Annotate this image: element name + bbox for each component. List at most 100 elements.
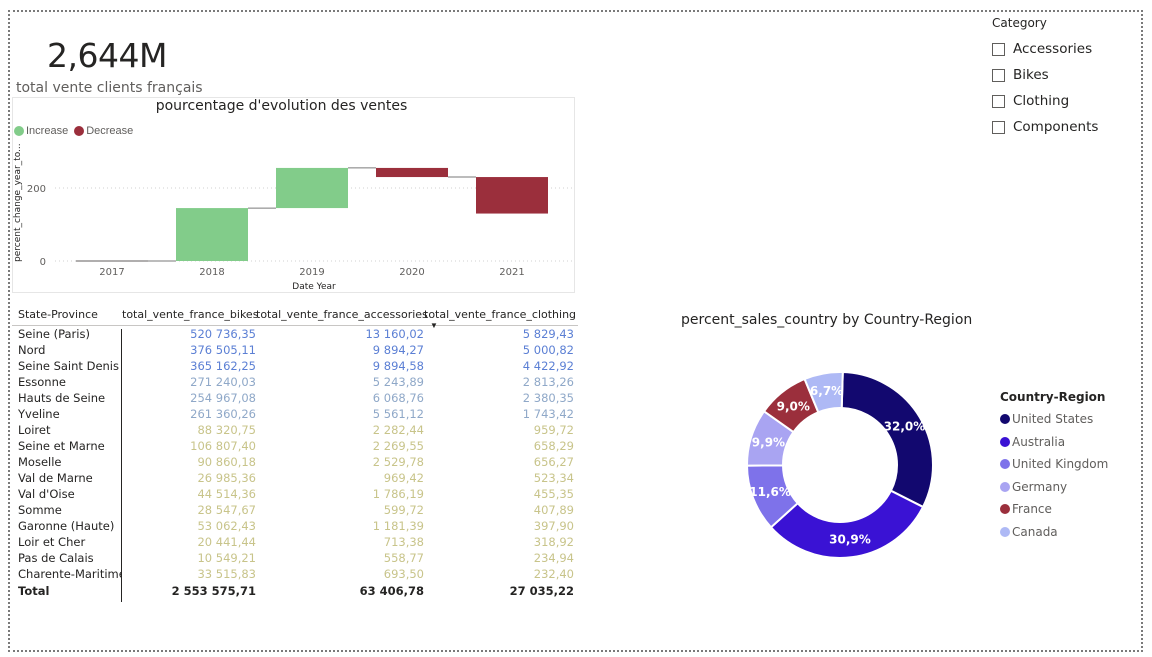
category-slicer: Category Accessories Bikes Clothing Compone… [992, 16, 1098, 140]
cell-value: 5 829,43 [522, 327, 574, 341]
cell-total-value: 2 553 575,71 [171, 584, 256, 598]
table-row[interactable]: Loiret 88 320,75 2 282,44 959,72 [12, 422, 578, 438]
table-row[interactable]: Garonne (Haute) 53 062,43 1 181,39 397,90 [12, 518, 578, 534]
table-row[interactable]: Seine (Paris) 520 736,35 13 160,02 5 829,43 [12, 326, 578, 342]
table-row[interactable]: Val d'Oise 44 514,36 1 786,19 455,35 [12, 486, 578, 502]
table-column-divider [121, 329, 122, 602]
table-row[interactable]: Moselle 90 860,18 2 529,78 656,27 [12, 454, 578, 470]
donut-chart[interactable]: 32,0% 30,9% 11,6% 9,9% 9,0%6,7% [740, 365, 940, 565]
cell-value: 523,34 [533, 471, 574, 485]
donut-data-label: 11,6% [749, 485, 791, 499]
cell-value: 365 162,25 [190, 359, 256, 373]
legend-item-country[interactable]: Canada [1000, 521, 1108, 544]
header-clothing[interactable]: total_vente_france_clothing [424, 308, 576, 321]
x-axis-title: Date Year [292, 282, 336, 292]
waterfall-bar [276, 167, 348, 209]
header-accessories[interactable]: total_vente_france_accessories [256, 308, 428, 321]
waterfall-plot: 0 200 percent_change_year_to... 2017 2018 201… [13, 143, 575, 292]
cell-state: Loir et Cher [18, 535, 86, 549]
legend-item-country[interactable]: Germany [1000, 476, 1108, 499]
cell-total-value: 63 406,78 [359, 584, 424, 598]
cell-value: 2 813,26 [522, 375, 574, 389]
sort-descending-icon[interactable]: ▼ [430, 321, 438, 330]
slicer-option-label: Bikes [1013, 67, 1049, 83]
x-tick-label: 2021 [499, 267, 524, 278]
cell-value: 397,90 [533, 519, 574, 533]
legend-item-country[interactable]: United Kingdom [1000, 453, 1108, 476]
cell-state: Somme [18, 503, 62, 517]
table-row[interactable]: Yveline 261 360,26 5 561,12 1 743,42 [12, 406, 578, 422]
cell-value: 2 269,55 [372, 439, 424, 453]
cell-value: 658,29 [533, 439, 574, 453]
slicer-option-accessories[interactable]: Accessories [992, 36, 1098, 62]
slicer-option-components[interactable]: Components [992, 114, 1098, 140]
cell-value: 407,89 [533, 503, 574, 517]
cell-total-value: 27 035,22 [509, 584, 574, 598]
checkbox[interactable] [992, 68, 1005, 82]
slicer-option-clothing[interactable]: Clothing [992, 88, 1098, 114]
cell-state: Seine et Marne [18, 439, 105, 453]
waterfall-bar [476, 177, 548, 214]
checkbox[interactable] [992, 94, 1005, 108]
table-row[interactable]: Hauts de Seine 254 967,08 6 068,76 2 380,35 [12, 390, 578, 406]
cell-value: 2 380,35 [522, 391, 574, 405]
cell-value: 20 441,44 [197, 535, 256, 549]
donut-slice[interactable] [840, 371, 934, 509]
slicer-option-bikes[interactable]: Bikes [992, 62, 1098, 88]
cell-total-label: Total [18, 584, 50, 598]
table-row[interactable]: Loir et Cher 20 441,44 713,38 318,92 [12, 534, 578, 550]
table-row[interactable]: Essonne 271 240,03 5 243,89 2 813,26 [12, 374, 578, 390]
cell-value: 1 743,42 [522, 407, 574, 421]
legend-item-country[interactable]: Australia [1000, 431, 1108, 454]
cell-value: 455,35 [533, 487, 574, 501]
table-header-row: State-Province total_vente_france_bikes … [12, 303, 578, 326]
cell-state: Loiret [18, 423, 51, 437]
cell-value: 28 547,67 [197, 503, 256, 517]
country-swatch [1000, 414, 1010, 425]
legend-label-country: United States [1012, 412, 1094, 427]
cell-value: 959,72 [533, 423, 574, 437]
donut-data-label: 32,0% [884, 420, 926, 434]
legend-label-country: Germany [1012, 479, 1068, 494]
cell-value: 9 894,27 [372, 343, 424, 357]
checkbox[interactable] [992, 120, 1005, 134]
cell-value: 693,50 [383, 567, 424, 581]
table-row[interactable]: Pas de Calais 10 549,21 558,77 234,94 [12, 550, 578, 566]
cell-state: Charente-Maritime [18, 567, 122, 581]
cell-value: 1 181,39 [372, 519, 424, 533]
header-bikes[interactable]: total_vente_france_bikes [122, 308, 258, 321]
table-row[interactable]: Nord 376 505,11 9 894,27 5 000,82 [12, 342, 578, 358]
cell-value: 88 320,75 [197, 423, 256, 437]
x-tick-label: 2020 [399, 267, 424, 278]
x-tick-label: 2017 [99, 267, 124, 278]
country-legend: Country-Region United States Australia Uni… [1000, 390, 1108, 543]
legend-item-country[interactable]: France [1000, 498, 1108, 521]
cell-value: 2 282,44 [372, 423, 424, 437]
cell-value: 106 807,40 [190, 439, 256, 453]
table-row[interactable]: Val de Marne 26 985,36 969,42 523,34 [12, 470, 578, 486]
slicer-option-label: Accessories [1013, 41, 1093, 57]
table-row[interactable]: Seine Saint Denis 365 162,25 9 894,58 4 422… [12, 358, 578, 374]
cell-value: 261 360,26 [190, 407, 256, 421]
cell-value: 5 561,12 [372, 407, 424, 421]
donut-data-label: 30,9% [829, 532, 871, 546]
cell-value: 26 985,36 [197, 471, 256, 485]
country-swatch [1000, 459, 1010, 470]
donut-chart-title: percent_sales_country by Country-Region [681, 312, 973, 328]
legend-item-country[interactable]: United States [1000, 408, 1108, 431]
legend-label-country: United Kingdom [1012, 457, 1109, 472]
table-row[interactable]: Somme 28 547,67 599,72 407,89 [12, 502, 578, 518]
cell-value: 558,77 [383, 551, 424, 565]
slicer-title: Category [992, 16, 1047, 30]
slicer-option-label: Clothing [1013, 93, 1070, 109]
table-row[interactable]: Charente-Maritime 33 515,83 693,50 232,40 [12, 566, 578, 582]
country-swatch [1000, 504, 1010, 515]
checkbox[interactable] [992, 42, 1005, 56]
country-swatch [1000, 526, 1010, 537]
cell-value: 376 505,11 [190, 343, 256, 357]
cell-value: 599,72 [383, 503, 424, 517]
cell-value: 713,38 [383, 535, 424, 549]
table-row[interactable]: Seine et Marne 106 807,40 2 269,55 658,29 [12, 438, 578, 454]
header-state-province[interactable]: State-Province [12, 308, 122, 321]
cell-state: Garonne (Haute) [18, 519, 115, 533]
